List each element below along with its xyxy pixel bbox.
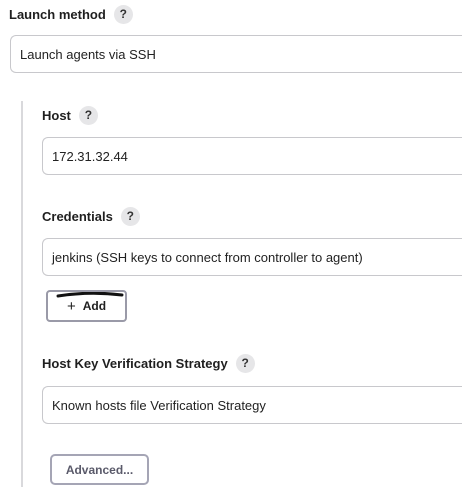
host-input[interactable]: 172.31.32.44 xyxy=(42,137,462,175)
add-button-label: Add xyxy=(82,299,107,313)
credentials-value: jenkins (SSH keys to connect from contro… xyxy=(52,249,363,265)
launch-method-help-icon[interactable]: ? xyxy=(113,4,133,24)
host-key-verification-label-row: Host Key Verification Strategy ? xyxy=(42,353,255,373)
launch-method-label: Launch method xyxy=(9,6,106,22)
host-label: Host xyxy=(42,107,71,123)
agent-launch-config: Launch method ? Launch agents via SSH Ho… xyxy=(0,0,462,487)
host-value: 172.31.32.44 xyxy=(52,148,128,164)
host-key-verification-value: Known hosts file Verification Strategy xyxy=(52,397,266,413)
host-key-verification-help-icon[interactable]: ? xyxy=(235,353,255,373)
add-credentials-button[interactable]: + Add xyxy=(46,290,127,322)
host-help-icon[interactable]: ? xyxy=(78,105,98,125)
credentials-label-row: Credentials ? xyxy=(42,206,140,226)
host-key-verification-label: Host Key Verification Strategy xyxy=(42,355,228,371)
credentials-help-icon[interactable]: ? xyxy=(120,206,140,226)
advanced-button-label: Advanced... xyxy=(65,462,134,477)
plus-icon: + xyxy=(66,297,76,315)
launch-method-value: Launch agents via SSH xyxy=(20,46,156,62)
nested-section-border xyxy=(21,101,23,487)
host-key-verification-select[interactable]: Known hosts file Verification Strategy xyxy=(42,386,462,424)
launch-method-label-row: Launch method ? xyxy=(9,4,133,24)
launch-method-select[interactable]: Launch agents via SSH xyxy=(10,35,462,73)
host-label-row: Host ? xyxy=(42,105,98,125)
advanced-button[interactable]: Advanced... xyxy=(50,454,149,485)
credentials-select[interactable]: jenkins (SSH keys to connect from contro… xyxy=(42,238,462,276)
credentials-label: Credentials xyxy=(42,208,113,224)
